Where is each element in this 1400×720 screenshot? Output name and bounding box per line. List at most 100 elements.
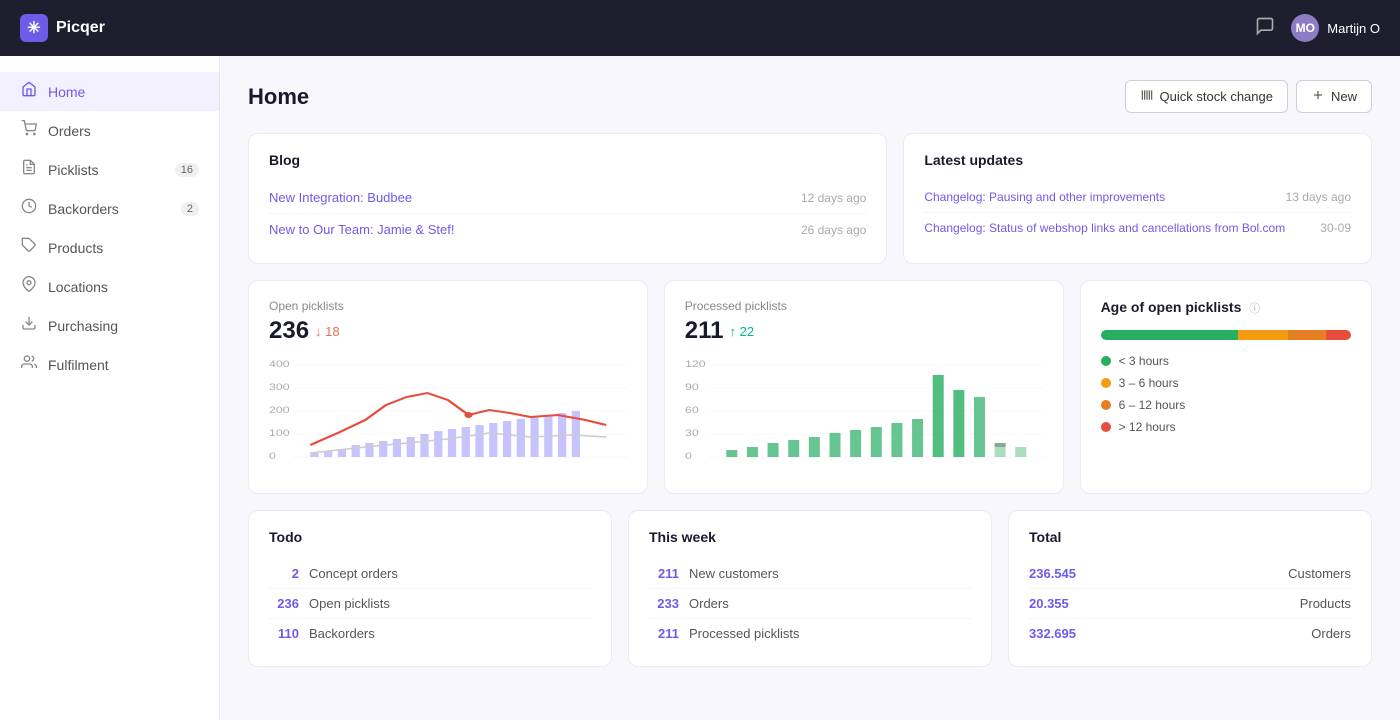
sidebar-item-purchasing[interactable]: Purchasing [0,306,219,345]
locations-icon [20,276,38,297]
app-name: Picqer [56,19,105,37]
week-label-1: Orders [689,596,729,611]
page-title: Home [248,84,1125,110]
new-button[interactable]: New [1296,80,1372,113]
sidebar: Home Orders Picklists 16 Backorders 2 [0,56,220,720]
age-label-0: < 3 hours [1119,354,1169,368]
total-label-1: Products [1300,596,1351,611]
age-bar-red [1326,330,1351,340]
age-bar-orange [1288,330,1326,340]
blog-title: Blog [269,152,866,168]
updates-title: Latest updates [924,152,1351,168]
new-icon [1311,88,1325,105]
week-label-2: Processed picklists [689,626,800,641]
processed-picklists-card: Processed picklists 211 ↑ 22 120 90 60 3… [664,280,1064,494]
update-date-1: 30-09 [1320,221,1351,235]
todo-label-2: Backorders [309,626,375,641]
sidebar-item-locations[interactable]: Locations [0,267,219,306]
sidebar-item-home[interactable]: Home [0,72,219,111]
total-item-0: 236.545 Customers [1029,559,1351,589]
picklists-badge: 16 [175,163,199,177]
sidebar-item-products[interactable]: Products [0,228,219,267]
processed-picklists-label: Processed picklists [685,299,1043,313]
stats-row: Open picklists 236 ↓ 18 400 300 200 100 … [248,280,1372,494]
update-link-1[interactable]: Changelog: Status of webshop links and c… [924,221,1285,235]
total-num-0: 236.545 [1029,566,1076,581]
age-picklists-title: Age of open picklists ⓘ [1101,299,1351,316]
age-bar [1101,330,1351,340]
todo-title: Todo [269,529,591,545]
week-num-0: 211 [649,566,679,581]
age-info-icon: ⓘ [1249,303,1260,315]
age-legend-item-0: < 3 hours [1101,354,1351,368]
update-date-0: 13 days ago [1286,190,1351,204]
total-label-0: Customers [1288,566,1351,581]
processed-picklists-chart: 120 90 60 30 0 [685,355,1043,475]
svg-text:300: 300 [269,383,290,393]
backorders-badge: 2 [181,202,199,216]
blog-card: Blog New Integration: Budbee 12 days ago… [248,133,887,264]
sidebar-item-picklists[interactable]: Picklists 16 [0,150,219,189]
blog-link-0[interactable]: New Integration: Budbee [269,190,412,205]
avatar: MO [1291,14,1319,42]
purchasing-icon [20,315,38,336]
open-picklists-chart: 400 300 200 100 0 [269,355,627,475]
this-week-card: This week 211 New customers 233 Orders 2… [628,510,992,667]
sidebar-item-orders[interactable]: Orders [0,111,219,150]
blog-link-1[interactable]: New to Our Team: Jamie & Stef! [269,222,454,237]
top-cards-row: Blog New Integration: Budbee 12 days ago… [248,133,1372,264]
sidebar-label-backorders: Backorders [48,201,119,217]
navbar: ✳ Picqer MO Martijn O [0,0,1400,56]
fulfilment-icon [20,354,38,375]
blog-item-0: New Integration: Budbee 12 days ago [269,182,866,214]
week-item-0: 211 New customers [649,559,971,589]
quick-stock-button[interactable]: Quick stock change [1125,80,1288,113]
todo-card: Todo 2 Concept orders 236 Open picklists… [248,510,612,667]
backorders-icon [20,198,38,219]
week-label-0: New customers [689,566,779,581]
todo-item-1: 236 Open picklists [269,589,591,619]
age-label-1: 3 – 6 hours [1119,376,1179,390]
page-header: Home Quick stock change New [248,80,1372,113]
sidebar-item-fulfilment[interactable]: Fulfilment [0,345,219,384]
age-dot-red [1101,422,1111,432]
total-item-1: 20.355 Products [1029,589,1351,619]
todo-item-0: 2 Concept orders [269,559,591,589]
todo-item-2: 110 Backorders [269,619,591,648]
chat-icon[interactable] [1255,16,1275,41]
update-link-0[interactable]: Changelog: Pausing and other improvement… [924,190,1165,204]
quick-stock-label: Quick stock change [1160,89,1273,104]
this-week-title: This week [649,529,971,545]
age-bar-yellow [1238,330,1288,340]
total-card: Total 236.545 Customers 20.355 Products … [1008,510,1372,667]
week-item-2: 211 Processed picklists [649,619,971,648]
new-label: New [1331,89,1357,104]
user-menu[interactable]: MO Martijn O [1291,14,1380,42]
total-title: Total [1029,529,1351,545]
barcode-icon [1140,88,1154,105]
total-item-2: 332.695 Orders [1029,619,1351,648]
svg-text:60: 60 [685,406,699,416]
open-picklists-label: Open picklists [269,299,627,313]
todo-num-2: 110 [269,626,299,641]
svg-text:90: 90 [685,383,699,393]
sidebar-label-orders: Orders [48,123,91,139]
sidebar-item-backorders[interactable]: Backorders 2 [0,189,219,228]
sidebar-label-home: Home [48,84,85,100]
age-legend-item-2: 6 – 12 hours [1101,398,1351,412]
user-name: Martijn O [1327,21,1380,36]
open-picklists-card: Open picklists 236 ↓ 18 400 300 200 100 … [248,280,648,494]
orders-icon [20,120,38,141]
sidebar-label-locations: Locations [48,279,108,295]
age-dot-yellow [1101,378,1111,388]
svg-text:30: 30 [685,429,699,439]
app-logo[interactable]: ✳ Picqer [20,14,105,42]
header-actions: Quick stock change New [1125,80,1372,113]
svg-text:0: 0 [269,452,276,462]
sidebar-label-fulfilment: Fulfilment [48,357,109,373]
todo-label-0: Concept orders [309,566,398,581]
updates-card: Latest updates Changelog: Pausing and ot… [903,133,1372,264]
picklists-icon [20,159,38,180]
week-item-1: 233 Orders [649,589,971,619]
app-layout: Home Orders Picklists 16 Backorders 2 [0,56,1400,720]
